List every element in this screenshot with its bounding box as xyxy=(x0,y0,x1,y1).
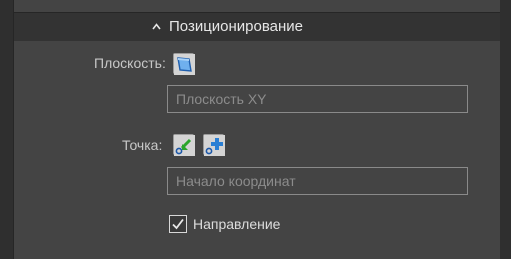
plane-select-button[interactable] xyxy=(173,53,195,75)
direction-checkbox[interactable] xyxy=(169,215,187,233)
right-scrollbar-track[interactable] xyxy=(499,0,511,259)
plane-field[interactable] xyxy=(167,85,468,113)
direction-label[interactable]: Направление xyxy=(193,216,280,232)
point-select-button[interactable] xyxy=(173,134,195,156)
point-input[interactable] xyxy=(168,168,467,194)
point-label: Точка: xyxy=(122,137,163,153)
chevron-up-icon[interactable] xyxy=(152,22,161,31)
section-header[interactable]: Позиционирование xyxy=(14,13,500,41)
plane-input[interactable] xyxy=(168,86,467,112)
point-create-icon xyxy=(204,135,225,156)
point-select-icon xyxy=(174,135,195,156)
point-field[interactable] xyxy=(167,167,468,195)
point-create-button[interactable] xyxy=(203,134,225,156)
positioning-panel: Позиционирование Плоскость: Точка: xyxy=(14,13,500,259)
checkmark-icon xyxy=(172,218,184,230)
plane-label: Плоскость: xyxy=(94,55,166,71)
plane-select-icon xyxy=(174,54,195,75)
left-gutter xyxy=(0,0,14,259)
panel-top-strip xyxy=(14,0,500,13)
section-title: Позиционирование xyxy=(169,18,304,35)
